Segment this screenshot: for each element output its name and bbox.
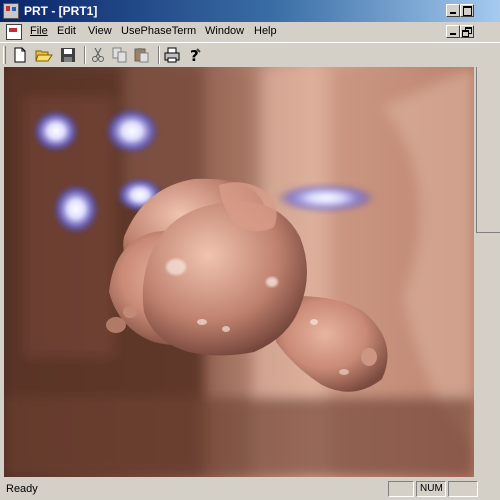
help-button[interactable]: ? — [184, 46, 204, 64]
menu-view[interactable]: View — [88, 25, 112, 37]
status-pane-empty — [388, 481, 414, 497]
menu-file[interactable]: File — [30, 25, 48, 37]
new-button[interactable] — [10, 46, 30, 64]
toolbar-separator — [84, 46, 86, 64]
child-restore-button[interactable] — [460, 25, 474, 38]
paste-icon — [134, 48, 149, 63]
cut-button[interactable] — [88, 46, 108, 64]
toolbar: ? — [0, 42, 500, 66]
menu-help[interactable]: Help — [254, 25, 277, 37]
help-icon: ? — [190, 47, 201, 64]
rendered-scene — [4, 67, 474, 477]
open-folder-icon — [35, 50, 53, 62]
menu-usephaseterm[interactable]: UsePhaseTerm — [121, 25, 196, 37]
new-file-icon — [14, 47, 26, 63]
cut-icon — [92, 47, 104, 62]
open-button[interactable] — [34, 46, 54, 64]
toolbar-grip[interactable] — [3, 46, 6, 64]
minimize-button[interactable] — [446, 4, 460, 17]
num-lock-indicator: NUM — [416, 481, 446, 497]
child-minimize-button[interactable] — [446, 25, 460, 38]
print-icon — [164, 47, 180, 63]
menu-bar: File Edit View UsePhaseTerm Window Help — [0, 22, 500, 42]
maximize-button[interactable] — [460, 4, 474, 17]
save-button[interactable] — [58, 46, 78, 64]
save-icon — [61, 48, 75, 62]
app-icon[interactable] — [3, 3, 19, 19]
status-bar: Ready NUM — [0, 478, 500, 500]
copy-icon — [112, 47, 127, 63]
menu-edit[interactable]: Edit — [57, 25, 76, 37]
title-bar[interactable]: PRT - [PRT1] — [0, 0, 500, 22]
window-edge-panel — [476, 67, 500, 233]
copy-button[interactable] — [110, 46, 130, 64]
render-viewport[interactable] — [4, 67, 474, 477]
print-button[interactable] — [162, 46, 182, 64]
document-icon[interactable] — [6, 24, 22, 40]
status-pane-empty — [448, 481, 478, 497]
menu-window[interactable]: Window — [205, 25, 244, 37]
paste-button[interactable] — [132, 46, 152, 64]
status-message: Ready — [6, 483, 38, 495]
toolbar-separator — [158, 46, 160, 64]
window-title: PRT - [PRT1] — [24, 4, 98, 18]
